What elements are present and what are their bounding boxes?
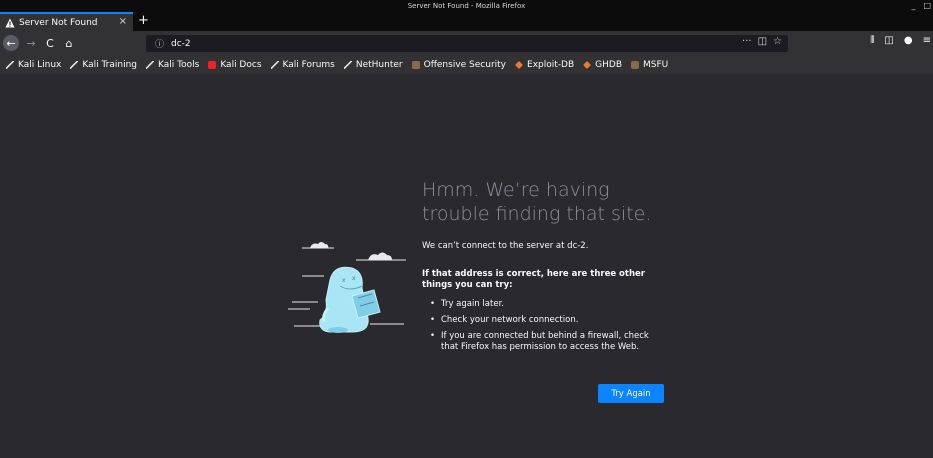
home-button[interactable]: ⌂	[61, 35, 77, 51]
nethunter-icon	[343, 61, 352, 69]
bookmark-msfu[interactable]: MSFU	[631, 60, 668, 70]
close-tab-icon[interactable]: ×	[119, 16, 127, 27]
svg-text:x: x	[342, 277, 346, 284]
info-icon[interactable]: ⓘ	[155, 37, 164, 50]
svg-text:x: x	[352, 275, 356, 282]
reload-icon: C	[46, 36, 54, 50]
error-page: x x Hmm. We’re having trouble finding th…	[0, 74, 933, 458]
tab-bar: Server Not Found × +	[0, 12, 933, 31]
tab-server-not-found[interactable]: Server Not Found ×	[0, 12, 133, 31]
bookmark-nethunter[interactable]: NetHunter	[343, 60, 403, 70]
home-icon: ⌂	[65, 36, 73, 50]
url-input[interactable]: dc-2	[171, 39, 191, 49]
bookmark-kali-linux[interactable]: Kali Linux	[6, 60, 61, 70]
sidebar-icon[interactable]: ◫	[884, 35, 893, 46]
kali-dragon-icon	[146, 61, 155, 69]
pocket-icon[interactable]: ◫	[758, 36, 767, 47]
new-tab-button[interactable]: +	[138, 13, 149, 29]
bookmark-offensive-security[interactable]: Offensive Security	[411, 60, 506, 70]
bookmark-ghdb[interactable]: GHDB	[583, 60, 622, 70]
minimize-icon[interactable]: _	[911, 0, 915, 12]
bookmarks-toolbar: Kali Linux Kali Training Kali Tools Kali…	[0, 56, 933, 74]
menu-icon[interactable]: ≡	[923, 35, 931, 46]
toolbar-right: ⫴ ◫ ● ≡	[870, 35, 931, 46]
page-actions: ··· ◫ ☆	[742, 36, 782, 47]
url-bar[interactable]: ⓘ dc-2 ··· ◫ ☆	[146, 35, 788, 52]
bookmark-kali-tools[interactable]: Kali Tools	[146, 60, 199, 70]
forward-button[interactable]: →	[23, 35, 39, 51]
back-button[interactable]: ←	[3, 35, 19, 51]
bookmark-star-icon[interactable]: ☆	[773, 36, 782, 47]
library-icon[interactable]: ⫴	[870, 35, 874, 46]
kali-dragon-icon	[270, 61, 279, 69]
kali-dragon-icon	[6, 61, 14, 69]
suggestions-list: Try again later. Check your network conn…	[430, 299, 660, 358]
arrow-left-icon: ←	[6, 36, 16, 50]
window-controls: _ □	[911, 0, 931, 12]
bookmark-kali-docs[interactable]: Kali Docs	[208, 60, 262, 70]
reload-button[interactable]: C	[42, 35, 58, 51]
window-title: Server Not Found - Mozilla Firefox	[407, 2, 526, 10]
offsec-icon	[411, 61, 420, 69]
lost-dino-illustration: x x	[288, 242, 406, 333]
bookmark-kali-training[interactable]: Kali Training	[70, 60, 137, 70]
bookmark-exploit-db[interactable]: Exploit-DB	[515, 60, 574, 70]
try-again-button[interactable]: Try Again	[598, 384, 664, 403]
maximize-icon[interactable]: □	[923, 0, 931, 12]
list-item: Check your network connection.	[430, 315, 660, 326]
tab-title: Server Not Found	[19, 17, 98, 28]
exploitdb-icon	[583, 61, 592, 69]
error-title: Hmm. We’re having trouble finding that s…	[422, 179, 652, 225]
navigation-toolbar: ← → C ⌂ ⓘ dc-2 ··· ◫ ☆ ⫴ ◫ ● ≡	[0, 31, 933, 56]
error-description: We can’t connect to the server at dc-2.	[422, 241, 589, 251]
kali-docs-icon	[208, 61, 217, 69]
list-item: If you are connected but behind a firewa…	[430, 331, 660, 353]
page-actions-menu-icon[interactable]: ···	[742, 36, 752, 47]
account-icon[interactable]: ●	[904, 35, 913, 46]
error-subtitle: If that address is correct, here are thr…	[422, 269, 645, 290]
list-item: Try again later.	[430, 299, 660, 310]
warning-icon	[5, 18, 15, 27]
bookmark-kali-forums[interactable]: Kali Forums	[270, 60, 335, 70]
arrow-right-icon: →	[26, 36, 36, 50]
window-titlebar: Server Not Found - Mozilla Firefox _ □	[0, 0, 933, 12]
kali-dragon-icon	[70, 61, 79, 69]
exploitdb-icon	[515, 61, 523, 69]
offsec-icon	[631, 61, 639, 69]
